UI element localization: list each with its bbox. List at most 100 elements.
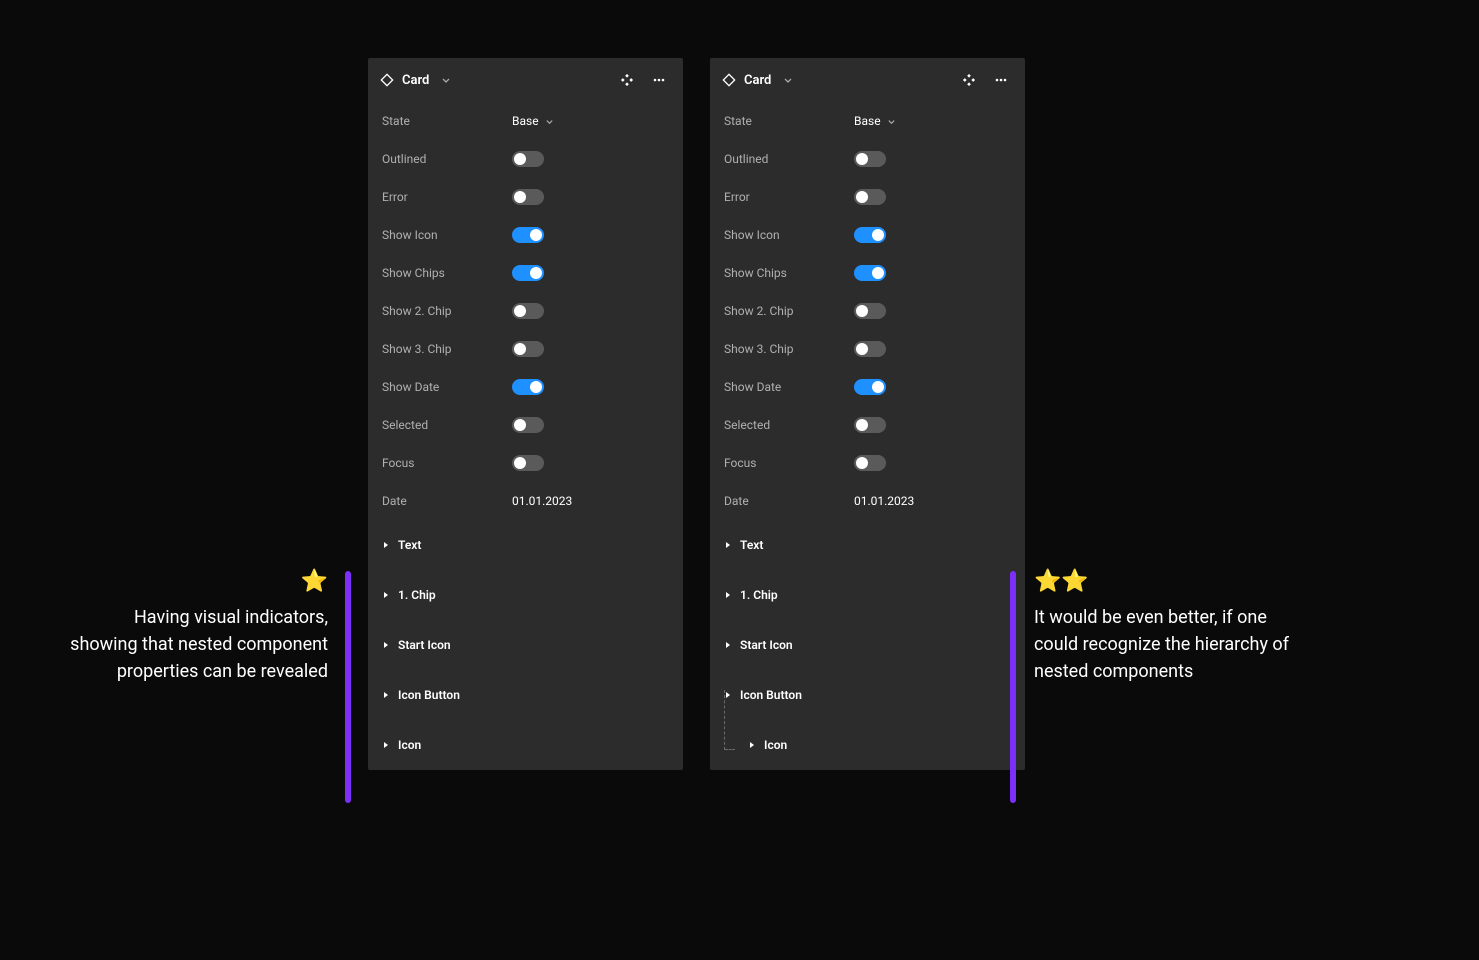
state-dropdown[interactable]: Base xyxy=(854,114,896,128)
prop-toggle-row: Show Date xyxy=(710,368,1025,406)
prop-label: Date xyxy=(382,494,512,508)
rating-stars: ⭐⭐ xyxy=(1034,565,1314,598)
toggle-switch[interactable] xyxy=(854,379,886,395)
chevron-down-icon[interactable] xyxy=(441,75,451,85)
prop-toggle-row: Focus xyxy=(710,444,1025,482)
prop-toggle-row: Focus xyxy=(368,444,683,482)
prop-label: Focus xyxy=(724,456,854,470)
nested-component-row[interactable]: Icon Button xyxy=(710,670,1025,720)
prop-label: Outlined xyxy=(382,152,512,166)
nested-label: Icon xyxy=(398,738,421,752)
nested-component-row[interactable]: Start Icon xyxy=(368,620,683,670)
date-value[interactable]: 01.01.2023 xyxy=(854,494,914,508)
toggle-switch[interactable] xyxy=(854,455,886,471)
prop-toggle-row: Show Chips xyxy=(368,254,683,292)
toggle-switch[interactable] xyxy=(512,303,544,319)
panel-header: Card xyxy=(368,58,683,102)
nested-label: 1. Chip xyxy=(740,588,778,602)
nested-component-row[interactable]: 1. Chip xyxy=(710,570,1025,620)
nested-label: Icon Button xyxy=(398,688,460,702)
nested-component-row[interactable]: Icon xyxy=(368,720,683,770)
caret-right-icon xyxy=(382,691,390,699)
state-value: Base xyxy=(854,114,881,128)
prop-toggle-row: Selected xyxy=(710,406,1025,444)
toggle-switch[interactable] xyxy=(512,417,544,433)
prop-toggle-row: Error xyxy=(710,178,1025,216)
toggle-switch[interactable] xyxy=(512,189,544,205)
rating-stars: ⭐ xyxy=(68,565,328,598)
toggle-switch[interactable] xyxy=(854,151,886,167)
toggle-switch[interactable] xyxy=(512,265,544,281)
more-icon[interactable] xyxy=(989,68,1013,92)
prop-label: Date xyxy=(724,494,854,508)
caret-right-icon xyxy=(724,541,732,549)
caption-left: ⭐ Having visual indicators, showing that… xyxy=(68,565,328,685)
toggle-switch[interactable] xyxy=(854,417,886,433)
caret-right-icon xyxy=(382,591,390,599)
prop-label: Error xyxy=(382,190,512,204)
caret-right-icon xyxy=(724,591,732,599)
nested-label: Icon Button xyxy=(740,688,802,702)
caret-right-icon xyxy=(748,741,756,749)
toggle-switch[interactable] xyxy=(512,455,544,471)
toggle-switch[interactable] xyxy=(512,151,544,167)
toggle-switch[interactable] xyxy=(854,303,886,319)
component-title: Card xyxy=(402,73,429,88)
nested-component-row[interactable]: 1. Chip xyxy=(368,570,683,620)
expand-icon[interactable] xyxy=(615,68,639,92)
expand-icon[interactable] xyxy=(957,68,981,92)
nested-label: Start Icon xyxy=(398,638,451,652)
nested-label: Icon xyxy=(764,738,787,752)
nested-component-row[interactable]: Text xyxy=(368,520,683,570)
caret-right-icon xyxy=(724,691,732,699)
caret-right-icon xyxy=(382,741,390,749)
caption-text: It would be even better, if one could re… xyxy=(1034,607,1289,682)
accent-bar-left xyxy=(345,571,351,803)
prop-toggle-row: Selected xyxy=(368,406,683,444)
toggle-switch[interactable] xyxy=(854,189,886,205)
prop-label: Show 2. Chip xyxy=(382,304,512,318)
nested-component-row[interactable]: Text xyxy=(710,520,1025,570)
more-icon[interactable] xyxy=(647,68,671,92)
indent-guide xyxy=(724,690,725,750)
prop-label: Show 2. Chip xyxy=(724,304,854,318)
panel-header: Card xyxy=(710,58,1025,102)
caret-right-icon xyxy=(382,641,390,649)
nested-label: Start Icon xyxy=(740,638,793,652)
accent-bar-right xyxy=(1010,571,1016,803)
prop-state: State Base xyxy=(710,102,1025,140)
prop-label: Outlined xyxy=(724,152,854,166)
prop-toggle-row: Outlined xyxy=(710,140,1025,178)
prop-label: Focus xyxy=(382,456,512,470)
component-icon xyxy=(722,73,736,87)
toggle-switch[interactable] xyxy=(512,227,544,243)
nested-component-row[interactable]: Icon Button xyxy=(368,670,683,720)
prop-toggle-row: Outlined xyxy=(368,140,683,178)
component-icon xyxy=(380,73,394,87)
prop-toggle-row: Show Chips xyxy=(710,254,1025,292)
prop-toggle-row: Show Icon xyxy=(710,216,1025,254)
prop-label: Selected xyxy=(382,418,512,432)
toggle-switch[interactable] xyxy=(512,341,544,357)
toggle-switch[interactable] xyxy=(854,341,886,357)
caption-right: ⭐⭐ It would be even better, if one could… xyxy=(1034,565,1314,685)
prop-date: Date 01.01.2023 xyxy=(368,482,683,520)
toggle-switch[interactable] xyxy=(854,227,886,243)
date-value[interactable]: 01.01.2023 xyxy=(512,494,572,508)
chevron-down-icon[interactable] xyxy=(783,75,793,85)
properties-panel-left: Card State Base OutlinedErrorShow IconSh… xyxy=(368,58,683,770)
prop-label: Show 3. Chip xyxy=(382,342,512,356)
state-dropdown[interactable]: Base xyxy=(512,114,554,128)
toggle-switch[interactable] xyxy=(512,379,544,395)
component-title: Card xyxy=(744,73,771,88)
nested-component-row[interactable]: Icon xyxy=(710,720,1025,770)
prop-label: Show 3. Chip xyxy=(724,342,854,356)
properties-panel-right: Card State Base Outlined Error Show Icon Sh… xyxy=(710,58,1025,770)
toggle-switch[interactable] xyxy=(854,265,886,281)
prop-label: Show Date xyxy=(724,380,854,394)
prop-label: Show Chips xyxy=(724,266,854,280)
prop-label: Show Icon xyxy=(382,228,512,242)
nested-component-row[interactable]: Start Icon xyxy=(710,620,1025,670)
prop-label: Show Icon xyxy=(724,228,854,242)
caret-right-icon xyxy=(382,541,390,549)
